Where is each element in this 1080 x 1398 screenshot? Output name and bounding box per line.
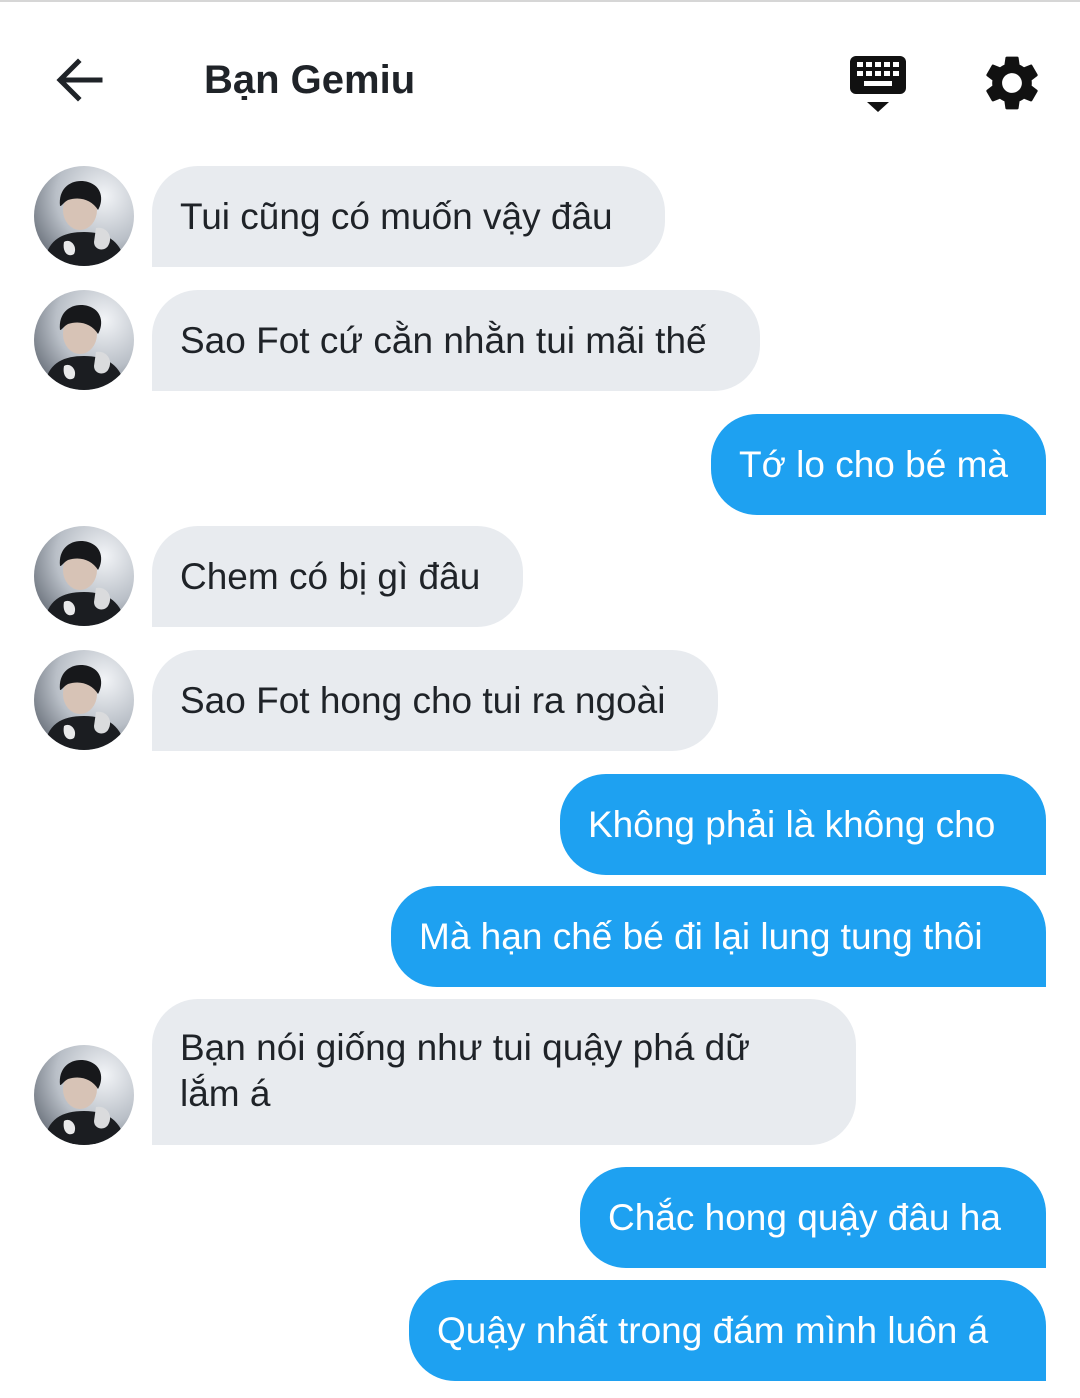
outgoing-message[interactable]: Không phải là không cho bbox=[560, 774, 1046, 875]
message-text: Sao Fot cứ cằn nhằn tui mãi thế bbox=[180, 319, 707, 361]
settings-button[interactable] bbox=[978, 50, 1046, 116]
outgoing-message[interactable]: Mà hạn chế bé đi lại lung tung thôi bbox=[391, 886, 1046, 987]
message-text: Tui cũng có muốn vậy đâu bbox=[180, 195, 613, 237]
message-text: Bạn nói giống như tui quậy phá dữ lắm á bbox=[180, 1027, 751, 1114]
gear-icon bbox=[986, 56, 1038, 110]
back-button[interactable] bbox=[44, 50, 114, 110]
contact-avatar[interactable] bbox=[34, 526, 134, 626]
keyboard-hide-button[interactable] bbox=[844, 50, 912, 116]
message-text: Quậy nhất trong đám mình luôn á bbox=[437, 1309, 989, 1351]
outgoing-message[interactable]: Tớ lo cho bé mà bbox=[711, 414, 1046, 515]
incoming-message[interactable]: Sao Fot hong cho tui ra ngoài bbox=[152, 650, 718, 751]
avatar-image bbox=[34, 526, 134, 626]
message-text: Không phải là không cho bbox=[588, 803, 996, 845]
contact-avatar[interactable] bbox=[34, 650, 134, 750]
message-text: Sao Fot hong cho tui ra ngoài bbox=[180, 679, 666, 721]
message-text: Chem có bị gì đâu bbox=[180, 555, 481, 597]
conversation-title: Bạn Gemiu bbox=[204, 58, 416, 102]
incoming-message[interactable]: Bạn nói giống như tui quậy phá dữ lắm á bbox=[152, 999, 856, 1145]
outgoing-message[interactable]: Chắc hong quậy đâu ha bbox=[580, 1167, 1046, 1268]
outgoing-message[interactable]: Quậy nhất trong đám mình luôn á bbox=[409, 1280, 1046, 1381]
incoming-message[interactable]: Sao Fot cứ cằn nhằn tui mãi thế bbox=[152, 290, 760, 391]
avatar-image bbox=[34, 650, 134, 750]
incoming-message[interactable]: Tui cũng có muốn vậy đâu bbox=[152, 166, 665, 267]
arrow-left-icon bbox=[56, 58, 103, 102]
contact-avatar[interactable] bbox=[34, 166, 134, 266]
message-text: Mà hạn chế bé đi lại lung tung thôi bbox=[419, 915, 983, 957]
keyboard-hide-icon bbox=[850, 56, 906, 112]
incoming-message[interactable]: Chem có bị gì đâu bbox=[152, 526, 523, 627]
avatar-image bbox=[34, 290, 134, 390]
avatar-image bbox=[34, 1045, 134, 1145]
avatar-image bbox=[34, 166, 134, 266]
contact-avatar[interactable] bbox=[34, 290, 134, 390]
chat-header: Bạn Gemiu bbox=[0, 2, 1080, 152]
message-text: Tớ lo cho bé mà bbox=[739, 443, 1008, 485]
message-text: Chắc hong quậy đâu ha bbox=[608, 1196, 1001, 1238]
contact-avatar[interactable] bbox=[34, 1045, 134, 1145]
